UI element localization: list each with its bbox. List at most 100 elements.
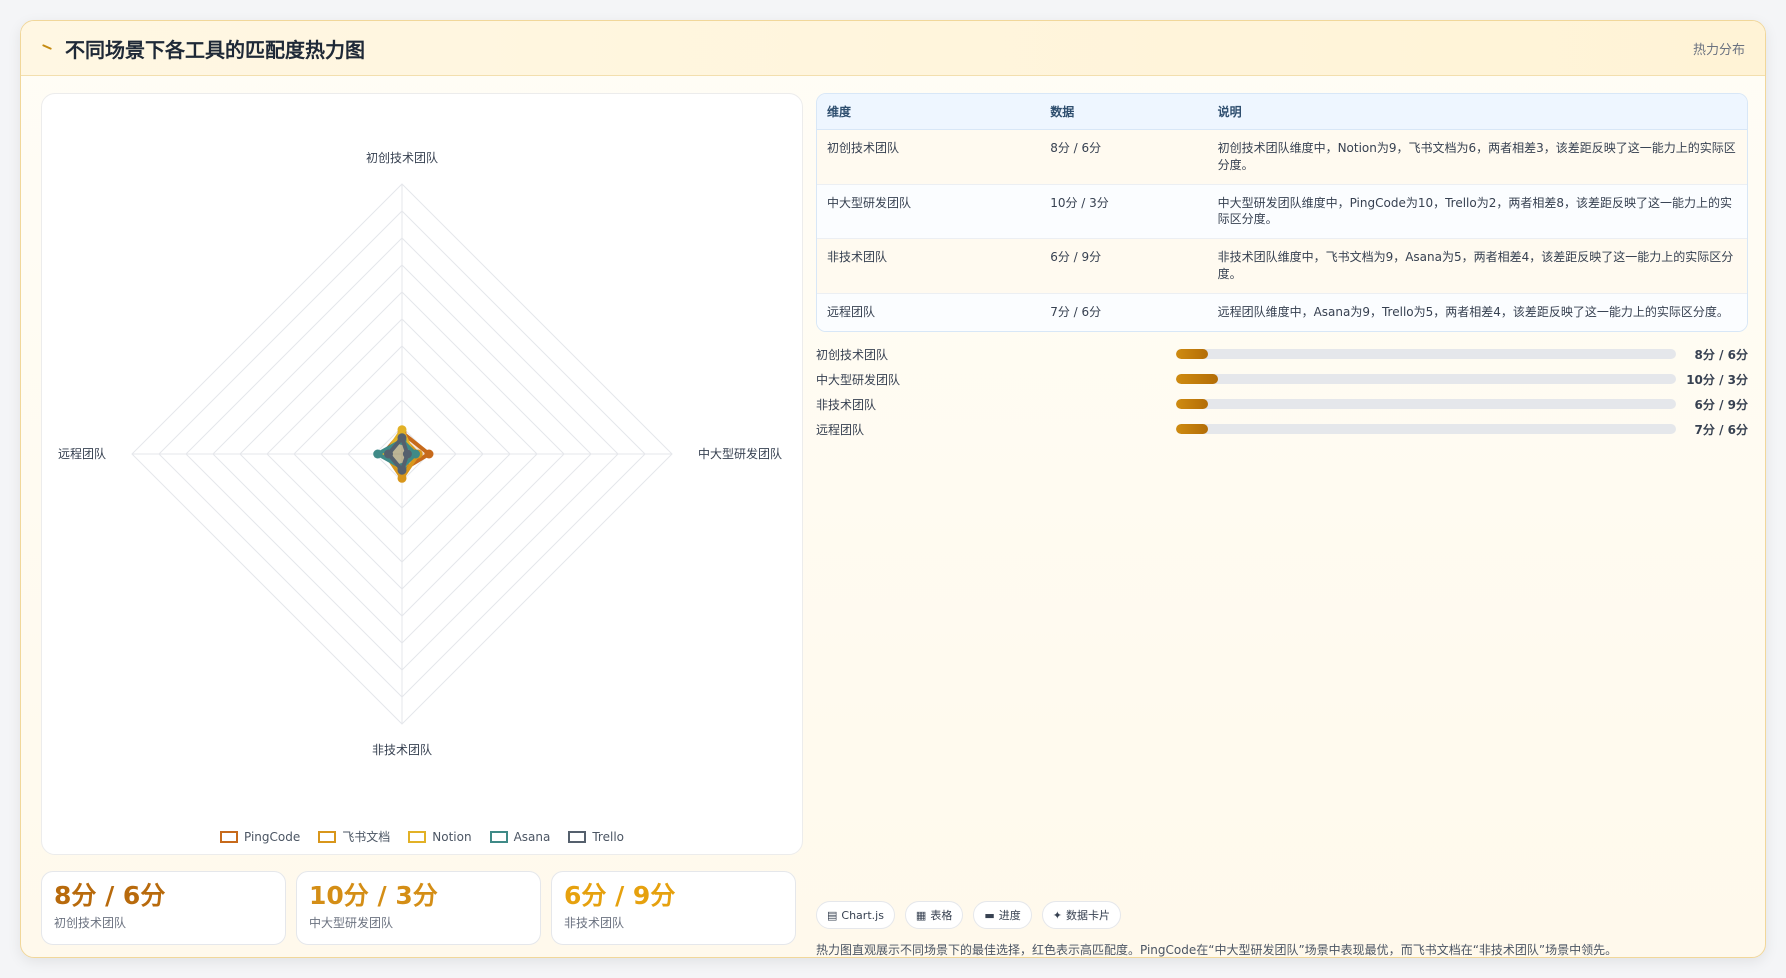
progress-track bbox=[1176, 424, 1676, 435]
radar-point bbox=[402, 449, 412, 459]
dashboard-card: 不同场景下各工具的匹配度热力图 热力分布 初创技术团队 中大型研发团队 非技术团队远… bbox=[20, 20, 1766, 958]
progress-fill bbox=[1176, 374, 1218, 385]
stat-label: 中大型研发团队 bbox=[309, 915, 394, 930]
details-panel: 维度 数据 说明 初创技术团队 8分 / 6分 初创技术团队维度中，Notion为9… bbox=[816, 93, 1748, 957]
progress-label: 远程团队 bbox=[816, 422, 865, 437]
legend-label: PingCode bbox=[244, 829, 301, 844]
legend-item: 飞书文档 bbox=[318, 828, 390, 845]
progress-icon: ▬ bbox=[984, 908, 995, 922]
progress-row: 初创技术团队 8分 / 6分 bbox=[816, 342, 1748, 367]
chip-进度[interactable]: ▬ 进度 bbox=[973, 901, 1032, 929]
progress-row: 远程团队 7分 / 6分 bbox=[816, 417, 1748, 442]
progress-value: 7分 / 6分 bbox=[1694, 422, 1748, 437]
table-cell-data: 10分 / 3分 bbox=[1040, 184, 1208, 240]
progress-value: 6分 / 9分 bbox=[1694, 397, 1748, 412]
legend-item: Trello bbox=[568, 828, 624, 845]
chip-label: 表格 bbox=[930, 909, 953, 922]
progress-row: 中大型研发团队 10分 / 3分 bbox=[816, 367, 1748, 392]
chip-数据卡片[interactable]: ✦ 数据卡片 bbox=[1041, 901, 1121, 929]
progress-value: 10分 / 3分 bbox=[1686, 372, 1748, 387]
stats-row: 8分 / 6分 初创技术团队 10分 / 3分 中大型研发团队 6分 / 9分 非技术团队 bbox=[41, 871, 796, 945]
stat-card: 8分 / 6分初创技术团队 bbox=[41, 871, 286, 945]
stat-label: 初创技术团队 bbox=[54, 915, 127, 930]
progress-track bbox=[1176, 349, 1676, 360]
table-body: 初创技术团队 8分 / 6分 初创技术团队维度中，Notion为9，飞书文档为6，两… bbox=[817, 129, 1747, 331]
progress-track bbox=[1176, 374, 1676, 385]
progress-list: 初创技术团队 8分 / 6分中大型研发团队 10分 / 3分非技术团队 6分 / 9分… bbox=[816, 342, 1748, 442]
stat-value: 8分 / 6分 bbox=[54, 881, 166, 910]
progress-label: 中大型研发团队 bbox=[816, 372, 901, 387]
legend-swatch bbox=[408, 830, 427, 843]
progress-fill bbox=[1176, 399, 1208, 410]
legend-swatch bbox=[489, 830, 508, 843]
table-cell-description: 非技术团队维度中，飞书文档为9，Asana为5，两者相差4，该差距反映了这一能力… bbox=[1207, 238, 1747, 294]
page-title: 不同场景下各工具的匹配度热力图 bbox=[65, 37, 365, 62]
legend-label: 飞书文档 bbox=[342, 830, 391, 844]
table-cell-description: 远程团队维度中，Asana为9，Trello为5，两者相差4，该差距反映了这一能… bbox=[1207, 293, 1747, 331]
table-header-row: 维度 数据 说明 bbox=[817, 94, 1747, 130]
radar-point bbox=[384, 449, 393, 459]
radar-point bbox=[397, 473, 407, 483]
chart-footnote: 热力图直观展示不同场景下的最佳选择，红色表示高匹配度。PingCode在“中大型… bbox=[816, 943, 1618, 957]
chip-label: Chart.js bbox=[841, 908, 884, 922]
radar-point bbox=[397, 465, 407, 475]
table-header-dimension: 维度 bbox=[817, 94, 1041, 130]
table-cell-description: 中大型研发团队维度中，PingCode为10，Trello为2，两者相差8，该差… bbox=[1207, 184, 1747, 240]
radar-point bbox=[424, 449, 434, 459]
radar-axis-label: 非技术团队 bbox=[372, 742, 432, 757]
table-header-data: 数据 bbox=[1040, 94, 1208, 130]
chip-label: 进度 bbox=[998, 909, 1021, 922]
legend-item: Notion bbox=[408, 828, 472, 845]
chip-表格[interactable]: ▦ 表格 bbox=[904, 901, 964, 929]
legend-label: Asana bbox=[513, 829, 551, 844]
radar-panel: 初创技术团队中大型研发团队非技术团队 远程团队 PingCode 飞书文档 Notio… bbox=[41, 93, 803, 855]
table-cell-dimension: 远程团队 bbox=[817, 293, 1041, 331]
trend-icon bbox=[41, 43, 55, 53]
progress-track bbox=[1176, 399, 1676, 410]
radar-axis-label: 中大型研发团队 bbox=[698, 446, 782, 461]
table-header-description: 说明 bbox=[1207, 94, 1747, 130]
progress-label: 初创技术团队 bbox=[816, 347, 889, 362]
card-header: 不同场景下各工具的匹配度热力图 热力分布 bbox=[21, 21, 1765, 76]
radar-point bbox=[397, 425, 407, 435]
progress-value: 8分 / 6分 bbox=[1694, 347, 1748, 362]
chip-Chart.js[interactable]: ▤ Chart.js bbox=[816, 901, 895, 929]
progress-fill bbox=[1176, 424, 1208, 435]
table-row: 远程团队 7分 / 6分 远程团队维度中，Asana为9，Trello为5，两者相差… bbox=[817, 293, 1747, 331]
radar-point bbox=[373, 449, 383, 459]
stat-label: 非技术团队 bbox=[564, 915, 625, 930]
stat-card: 6分 / 9分非技术团队 bbox=[551, 871, 796, 945]
comparison-table: 维度 数据 说明 初创技术团队 8分 / 6分 初创技术团队维度中，Notion为9… bbox=[817, 94, 1747, 331]
legend-swatch bbox=[568, 830, 587, 843]
radar-axis-label: 初创技术团队 bbox=[366, 150, 438, 165]
comparison-table-wrap: 维度 数据 说明 初创技术团队 8分 / 6分 初创技术团队维度中，Notion为9… bbox=[816, 93, 1748, 332]
stat-value: 10分 / 3分 bbox=[309, 881, 438, 910]
chart-legend: PingCode 飞书文档 Notion Asana Trello bbox=[42, 828, 802, 845]
feature-chips: ▤ Chart.js ▦ 表格 ▬ 进度 ✦ 数据卡片 bbox=[816, 901, 1121, 929]
table-cell-dimension: 非技术团队 bbox=[817, 238, 1041, 294]
radar-point bbox=[411, 449, 420, 459]
table-cell-data: 8分 / 6分 bbox=[1040, 129, 1208, 185]
radar-axis-label: 远程团队 bbox=[58, 446, 106, 461]
legend-swatch bbox=[220, 830, 238, 843]
table-row: 非技术团队 6分 / 9分 非技术团队维度中，飞书文档为9，Asana为5，两者相差… bbox=[817, 238, 1747, 294]
table-cell-data: 7分 / 6分 bbox=[1040, 293, 1208, 331]
table-icon: ▦ bbox=[915, 908, 927, 922]
chart-icon: ▤ bbox=[827, 908, 838, 922]
stat-value: 6分 / 9分 bbox=[564, 881, 676, 910]
radar-chart: 初创技术团队中大型研发团队非技术团队 远程团队 bbox=[58, 150, 782, 757]
progress-row: 非技术团队 6分 / 9分 bbox=[816, 392, 1748, 417]
table-row: 初创技术团队 8分 / 6分 初创技术团队维度中，Notion为9，飞书文档为6，两… bbox=[817, 129, 1747, 185]
heatmap-tag: 热力分布 bbox=[1692, 42, 1745, 58]
chip-label: 数据卡片 bbox=[1065, 909, 1110, 922]
header-title-group: 不同场景下各工具的匹配度热力图 bbox=[41, 34, 365, 63]
stat-card: 10分 / 3分中大型研发团队 bbox=[296, 871, 541, 945]
data-card-icon: ✦ bbox=[1052, 908, 1062, 922]
progress-label: 非技术团队 bbox=[816, 397, 877, 412]
table-cell-description: 初创技术团队维度中，Notion为9，飞书文档为6，两者相差3，该差距反映了这一… bbox=[1207, 129, 1747, 185]
table-row: 中大型研发团队 10分 / 3分 中大型研发团队维度中，PingCode为10，Tr… bbox=[817, 184, 1747, 240]
table-cell-dimension: 中大型研发团队 bbox=[817, 184, 1041, 240]
progress-fill bbox=[1176, 349, 1208, 360]
legend-label: Trello bbox=[592, 829, 624, 844]
table-cell-data: 6分 / 9分 bbox=[1040, 238, 1208, 294]
